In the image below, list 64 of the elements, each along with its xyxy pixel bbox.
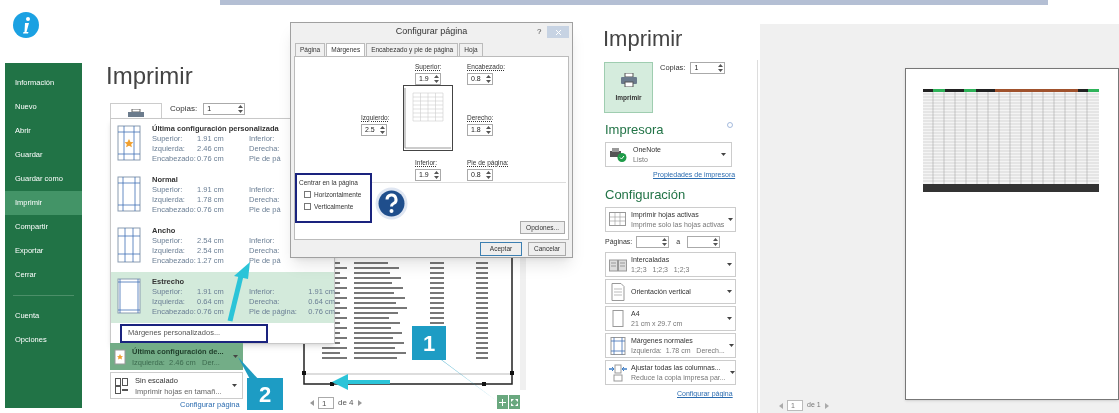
print-button[interactable] bbox=[110, 103, 162, 119]
portrait-page-icon bbox=[609, 282, 627, 301]
next-page-icon[interactable] bbox=[824, 402, 829, 409]
close-button[interactable] bbox=[547, 26, 569, 38]
help-button[interactable]: ? bbox=[537, 26, 542, 38]
section-heading: Impresora bbox=[605, 122, 664, 138]
caret-icon bbox=[727, 317, 732, 320]
sheet-grid-icon bbox=[609, 211, 627, 228]
collated-pages-icon bbox=[609, 257, 627, 272]
checkbox[interactable] bbox=[304, 202, 311, 210]
caret-icon bbox=[233, 355, 238, 358]
page-margins-icon bbox=[114, 124, 144, 162]
step-number: 1 bbox=[412, 326, 446, 360]
spinner-arrows-icon bbox=[434, 74, 439, 83]
caret-icon bbox=[721, 153, 726, 156]
printer-icon bbox=[620, 72, 637, 87]
checkbox[interactable] bbox=[304, 191, 311, 199]
page-to-field[interactable] bbox=[687, 236, 721, 248]
caret-icon bbox=[728, 344, 734, 347]
page-number-field[interactable]: 1 bbox=[318, 397, 334, 409]
page-margins-icon bbox=[114, 226, 144, 264]
page-title: Imprimir bbox=[106, 62, 193, 90]
caret-icon bbox=[232, 384, 237, 387]
caret-icon bbox=[729, 371, 735, 374]
pages-icon bbox=[115, 377, 129, 394]
arrow bbox=[227, 262, 250, 322]
plus-icon bbox=[499, 398, 506, 406]
step-number: 2 bbox=[247, 378, 283, 410]
page-title: Imprimir bbox=[603, 26, 683, 52]
copies-label: Copias: bbox=[170, 103, 198, 115]
spinner-arrows-icon bbox=[713, 238, 719, 246]
dialog-title: Configurar página bbox=[395, 25, 468, 39]
next-page-icon[interactable] bbox=[357, 400, 362, 406]
section-heading: Configuración bbox=[605, 187, 686, 203]
page-preview-drawing bbox=[403, 85, 453, 151]
caret-icon bbox=[727, 290, 732, 293]
spinner-arrows-icon bbox=[662, 238, 668, 246]
spinner-arrows-icon bbox=[718, 64, 724, 72]
previous-page-icon[interactable] bbox=[310, 400, 314, 406]
page-count: de 4 bbox=[338, 397, 354, 409]
help-icon bbox=[375, 187, 408, 220]
expand-icon bbox=[511, 398, 518, 406]
page-margins-icon bbox=[114, 175, 144, 213]
paper-size-icon bbox=[609, 309, 627, 328]
page-margins-icon bbox=[114, 277, 144, 315]
spinner-arrows-icon bbox=[486, 125, 491, 134]
spinner-arrows-icon bbox=[486, 170, 491, 179]
zoom-button[interactable] bbox=[497, 395, 508, 409]
spinner-arrows-icon bbox=[380, 125, 385, 134]
fit-columns-icon bbox=[609, 363, 627, 382]
spinner-arrows-icon bbox=[486, 74, 491, 83]
close-icon bbox=[555, 29, 561, 35]
caret-icon bbox=[728, 218, 734, 221]
arrow bbox=[332, 374, 390, 390]
page-margins-icon bbox=[609, 336, 627, 355]
spinner-arrows-icon bbox=[238, 105, 244, 113]
caret-icon bbox=[727, 263, 732, 266]
info-icon bbox=[13, 12, 39, 38]
info-icon bbox=[727, 122, 733, 128]
printer-ready-icon bbox=[610, 147, 627, 162]
page-from-field[interactable] bbox=[636, 236, 670, 248]
spinner-arrows-icon bbox=[434, 170, 439, 179]
previous-page-icon[interactable] bbox=[779, 402, 783, 409]
fit-page-button[interactable] bbox=[509, 395, 520, 409]
